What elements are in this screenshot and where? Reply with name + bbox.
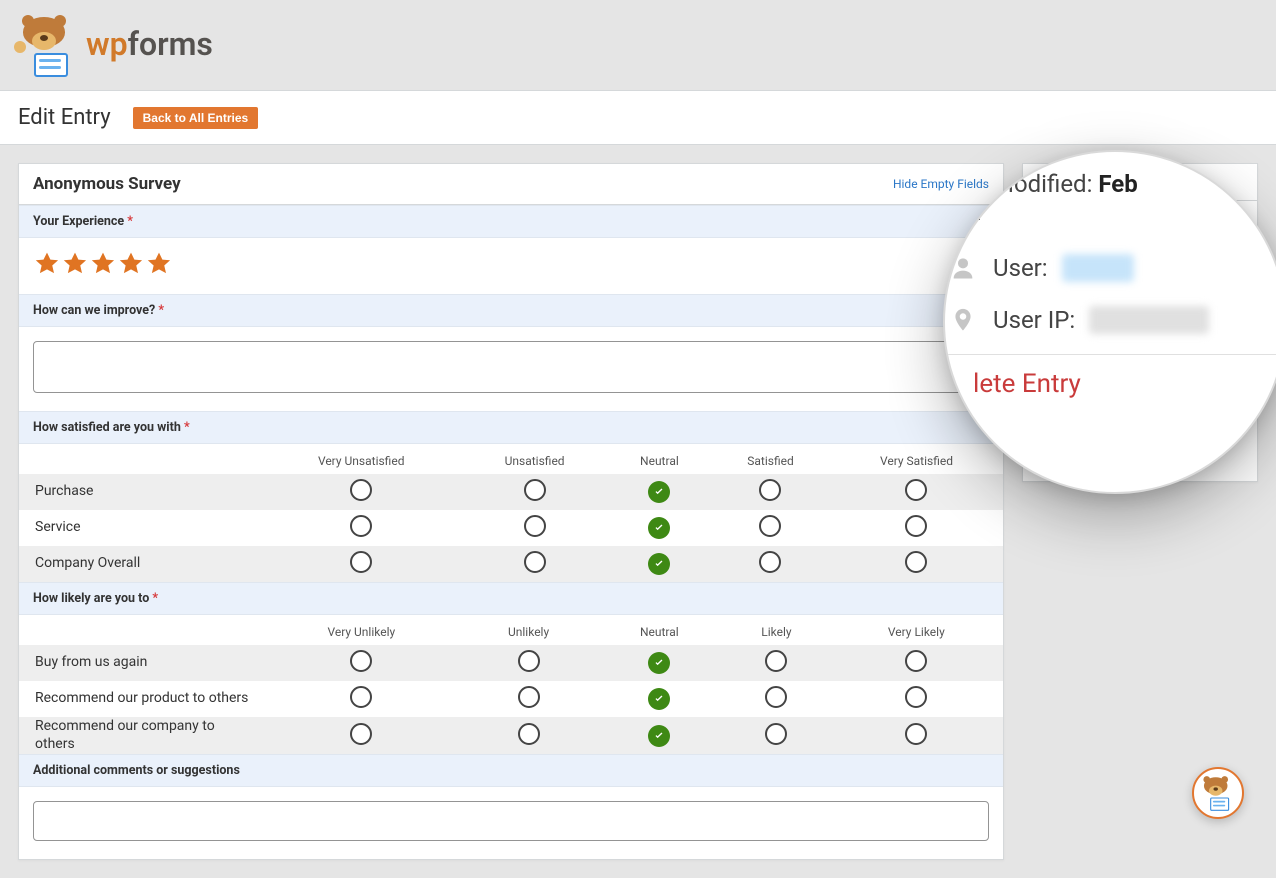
likert-option[interactable]	[648, 553, 670, 575]
likert-option[interactable]	[518, 723, 540, 745]
likert-option[interactable]	[524, 479, 546, 501]
likert-option[interactable]	[648, 688, 670, 710]
likert-row-label: Recommend our product to others	[19, 681, 261, 717]
field-label-addcmt: Additional comments or suggestions	[19, 754, 1003, 787]
likert-row-label: Company Overall	[19, 546, 261, 582]
likert-option[interactable]	[524, 551, 546, 573]
back-to-entries-button[interactable]: Back to All Entries	[133, 107, 259, 129]
likert-option[interactable]	[759, 515, 781, 537]
likert-option[interactable]	[350, 650, 372, 672]
likert-option[interactable]	[905, 686, 927, 708]
user-icon	[947, 254, 979, 282]
likert-row-label: Service	[19, 510, 261, 546]
likert-option[interactable]	[648, 481, 670, 503]
likert-option[interactable]	[648, 725, 670, 747]
page-header: Edit Entry Back to All Entries	[0, 90, 1276, 145]
likert-option[interactable]	[350, 551, 372, 573]
likert-option[interactable]	[648, 517, 670, 539]
likert-option[interactable]	[759, 551, 781, 573]
likert-option[interactable]	[350, 723, 372, 745]
likert-option[interactable]	[905, 479, 927, 501]
field-label-improve: How can we improve? *	[19, 294, 1003, 327]
entry-panel: Anonymous Survey Hide Empty Fields Your …	[18, 163, 1004, 860]
improve-textarea[interactable]	[33, 341, 989, 393]
redacted-user	[1062, 254, 1134, 282]
likert-option[interactable]	[518, 686, 540, 708]
form-name: Anonymous Survey	[33, 174, 181, 194]
magnifier-overlay: Modified: Feb pm User: User IP: lete Ent…	[943, 150, 1276, 494]
wpforms-logo: wpforms	[18, 15, 213, 73]
likert-option[interactable]	[765, 650, 787, 672]
likert-likely: Very UnlikelyUnlikelyNeutralLikelyVery L…	[19, 615, 1003, 754]
field-label-satisfied: How satisfied are you with *	[19, 411, 1003, 444]
likert-option[interactable]	[350, 686, 372, 708]
star-rating[interactable]	[19, 238, 1003, 294]
likert-satisfied: Very UnsatisfiedUnsatisfiedNeutralSatisf…	[19, 444, 1003, 582]
likert-option[interactable]	[905, 515, 927, 537]
beaver-icon	[18, 15, 76, 73]
addcmt-textarea[interactable]	[33, 801, 989, 841]
likert-option[interactable]	[648, 652, 670, 674]
likert-option[interactable]	[905, 723, 927, 745]
likert-option[interactable]	[765, 723, 787, 745]
location-pin-icon	[947, 306, 979, 334]
likert-option[interactable]	[524, 515, 546, 537]
likert-option[interactable]	[759, 479, 781, 501]
likert-row-label: Purchase	[19, 474, 261, 510]
field-label-likely: How likely are you to *	[19, 582, 1003, 615]
likert-option[interactable]	[350, 515, 372, 537]
field-label-experience: Your Experience *	[19, 205, 1003, 238]
likert-option[interactable]	[350, 479, 372, 501]
likert-row-label: Recommend our company to others	[19, 717, 261, 754]
delete-entry-link[interactable]: lete Entry	[945, 369, 1276, 399]
likert-row-label: Buy from us again	[19, 645, 261, 681]
likert-option[interactable]	[518, 650, 540, 672]
likert-option[interactable]	[905, 551, 927, 573]
redacted-ip	[1089, 306, 1209, 334]
likert-option[interactable]	[765, 686, 787, 708]
help-bubble[interactable]	[1192, 767, 1244, 819]
likert-option[interactable]	[905, 650, 927, 672]
page-title: Edit Entry	[18, 105, 111, 130]
logo-text: wpforms	[86, 25, 213, 63]
